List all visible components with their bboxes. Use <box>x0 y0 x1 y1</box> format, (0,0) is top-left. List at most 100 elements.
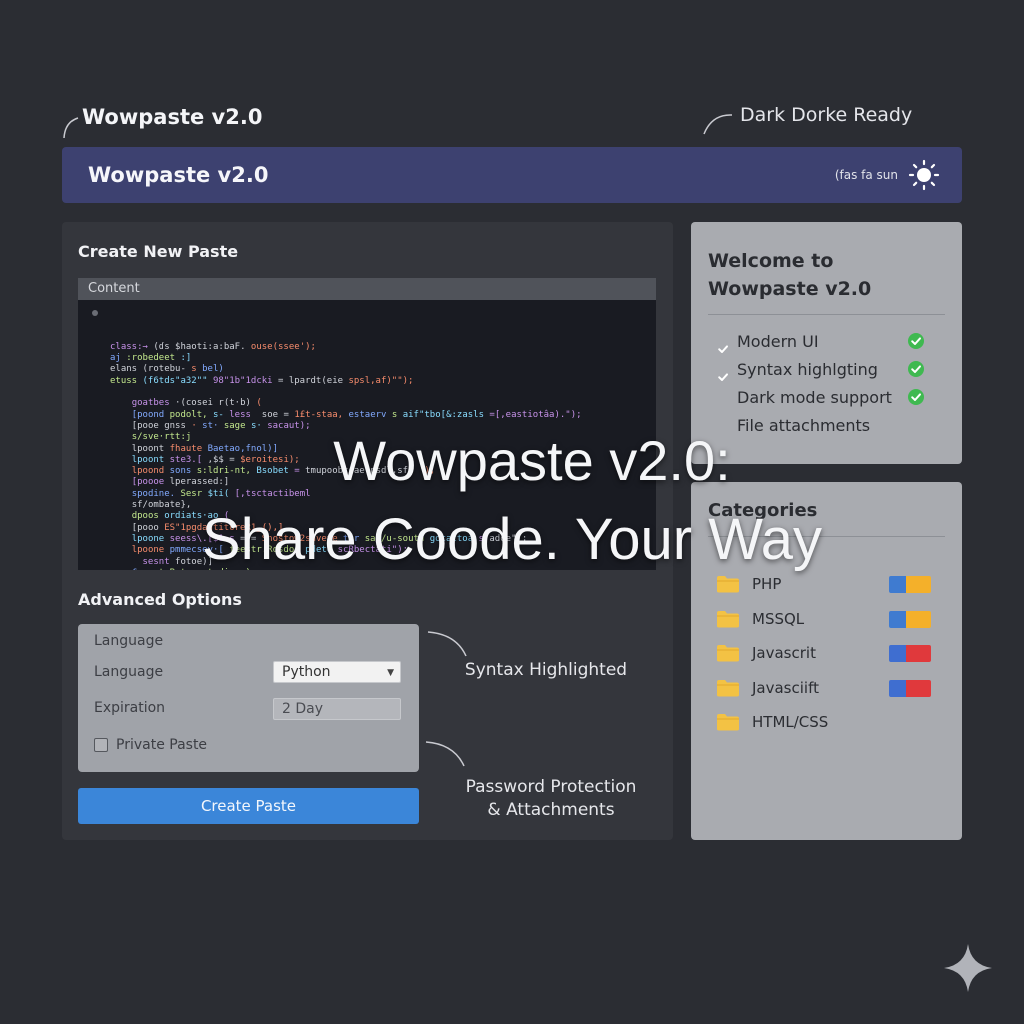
category-item[interactable]: Javasciift <box>716 676 946 700</box>
code-token: 98"1b"1dcki <box>212 375 273 386</box>
callout-curve-left <box>63 117 79 139</box>
feature-item: Dark mode support <box>715 386 892 408</box>
code-line: class:→ (ɗs $haoti:a:baF. ouse(ssee'); <box>110 342 656 353</box>
expiration-label: Expiration <box>94 700 166 716</box>
color-swatch <box>906 645 931 662</box>
check-icon <box>908 389 924 405</box>
folder-icon <box>716 644 740 662</box>
code-token: aif"tbo[&:zasls <box>402 409 484 420</box>
callout-app-title: Wowpaste v2.0 <box>82 105 263 129</box>
color-swatch <box>889 576 906 593</box>
category-color-tag <box>889 645 931 662</box>
color-swatch <box>889 679 906 697</box>
folder-icon <box>716 575 740 593</box>
welcome-title: Welcome to Wowpaste v2.0 <box>708 250 872 300</box>
language-label: Language <box>94 664 164 680</box>
color-swatch <box>906 576 931 593</box>
category-label: Javascrit <box>752 644 816 662</box>
overlay-headline-line1: Wowpaste v2.0: <box>333 429 731 492</box>
callout-dark-mode: Dark Dorke Ready <box>740 104 913 126</box>
check-icon <box>908 333 924 349</box>
annotation-syntax: Syntax Highlighted <box>464 660 628 680</box>
annotation-password-line2: & Attachments <box>487 800 615 820</box>
language-select[interactable]: Python ▼ <box>273 661 401 683</box>
feature-item: Syntax highlgting <box>715 358 878 381</box>
code-token: estaerv <box>348 409 387 420</box>
feature-label: Dark mode support <box>737 387 892 407</box>
code-token: s- <box>212 409 224 420</box>
code-token: less <box>229 409 251 420</box>
color-swatch <box>906 610 931 628</box>
code-line: aj :robedeet :] <box>110 353 656 364</box>
code-token: r(t·b) <box>218 398 251 409</box>
app-header: Wowpaste v2.0 (fas fa sun <box>62 147 962 203</box>
overlay-headline-line2: Share Coode. Your Way <box>201 507 823 572</box>
code-token: spsl,af)""); <box>348 375 414 386</box>
welcome-divider <box>708 314 945 315</box>
category-label: HTML/CSS <box>752 713 829 731</box>
category-label: MSSQL <box>752 609 805 628</box>
language-heading: Language <box>94 633 164 649</box>
category-color-tag <box>889 576 931 593</box>
code-token: ouse(ssee'); <box>250 341 316 352</box>
color-swatch <box>906 679 931 697</box>
theme-toggle[interactable]: (fas fa sun <box>835 159 940 191</box>
code-token: podolt, <box>169 409 208 420</box>
annotation-curve-syntax <box>427 631 467 657</box>
code-token: aj <box>110 353 121 364</box>
category-item[interactable]: PHP <box>716 572 946 596</box>
folder-icon <box>716 610 740 628</box>
code-token: =[,eastiotâa)."); <box>489 409 582 420</box>
code-line: etuss (f6tds"a32"" 98"1b"1dcki = lpardt(… <box>110 376 656 387</box>
folder-icon <box>716 713 740 731</box>
code-token: $haoti:a:baF. <box>175 341 246 352</box>
category-label: Javasciift <box>752 678 819 697</box>
code-token: goatbes <box>131 398 170 409</box>
code-token: :robedeet <box>126 353 176 364</box>
advanced-options-title: Advanced Options <box>78 590 242 609</box>
create-paste-title: Create New Paste <box>78 242 239 261</box>
code-token: etuss <box>110 375 138 386</box>
code-token: ( <box>256 398 262 409</box>
code-token: bel) <box>202 364 224 375</box>
callout-curve-right <box>703 114 733 135</box>
check-icon <box>908 361 924 377</box>
theme-icon-text: (fas fa sun <box>834 168 898 182</box>
content-label: Content <box>78 278 656 300</box>
code-token: (f6tds"a32"" <box>142 375 208 386</box>
color-swatch <box>889 610 906 628</box>
feature-label: Syntax highlgting <box>737 359 878 379</box>
expiration-value: 2 Day <box>282 701 324 717</box>
code-token: soe <box>261 409 279 420</box>
category-item[interactable]: MSSQL <box>716 607 946 631</box>
category-item[interactable]: HTML/CSS <box>716 710 946 734</box>
private-paste-checkbox[interactable] <box>94 738 108 752</box>
sun-icon[interactable] <box>908 159 940 191</box>
sparkle-icon <box>944 944 992 992</box>
header-title: Wowpaste v2.0 <box>88 163 269 187</box>
feature-label: Modern UI <box>737 331 819 351</box>
code-token: (ɗs <box>153 341 170 352</box>
code-token: ·(cosei <box>175 398 213 409</box>
category-color-tag <box>889 679 931 697</box>
code-line: [poond podolt, s- less soe = 1£t-staa, e… <box>110 410 656 421</box>
expiration-field[interactable]: 2 Day <box>273 698 401 720</box>
language-select-value: Python <box>282 664 331 680</box>
annotation-password-line1: Password Protection <box>465 777 637 797</box>
code-token: elans <box>110 364 138 375</box>
code-line: goatbes ·(cosei r(t·b) ( <box>110 398 656 409</box>
category-item[interactable]: Javascrit <box>716 641 946 665</box>
code-token: class:→ <box>110 341 148 352</box>
code-token: (rotebu- <box>142 364 186 375</box>
code-token: [poond <box>131 409 165 420</box>
advanced-options-box: Language Language Python ▼ Expiration 2 … <box>78 624 419 772</box>
folder-icon <box>716 679 740 697</box>
create-paste-button[interactable]: Create Paste <box>78 788 419 824</box>
code-token: :] <box>180 353 192 364</box>
code-line: elans (rotebu- s bel) <box>110 364 656 375</box>
chevron-down-icon: ▼ <box>387 668 394 678</box>
feature-item: Modern UI <box>715 330 819 353</box>
